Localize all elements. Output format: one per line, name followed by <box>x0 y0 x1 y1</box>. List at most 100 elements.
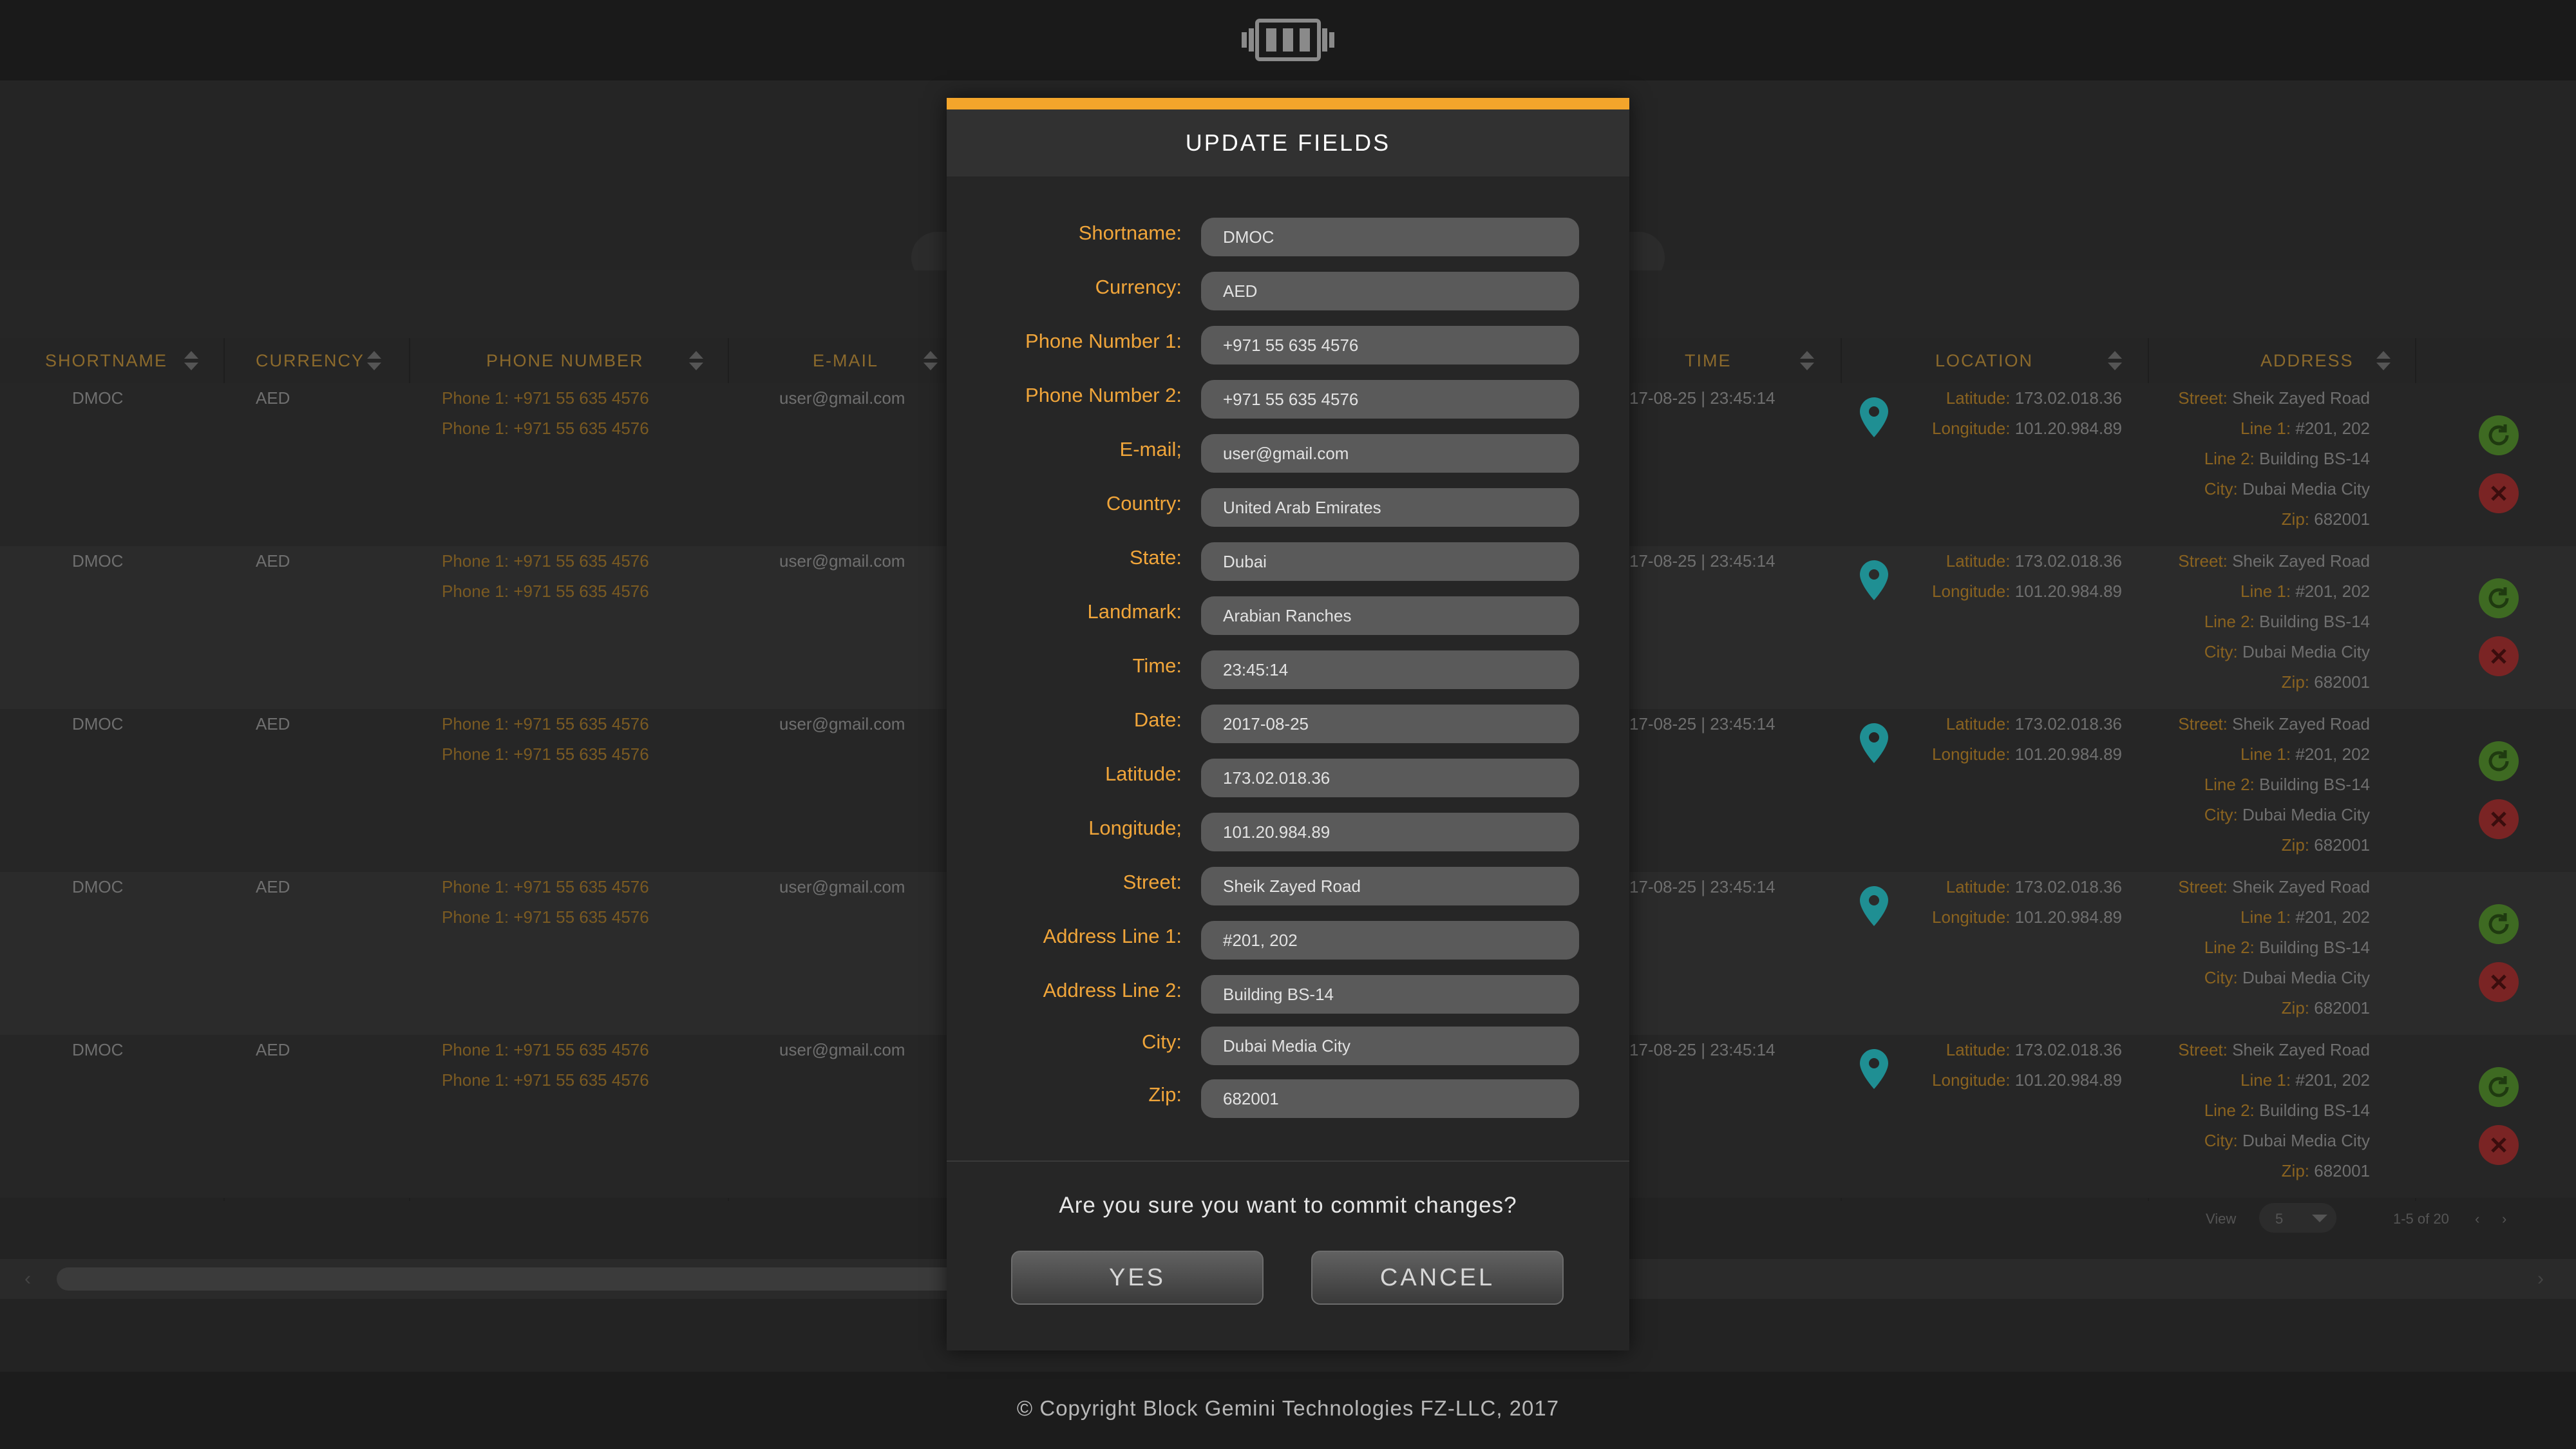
cell-zip: Zip: 682001 <box>2281 835 2370 855</box>
form-row-time: Time: <box>947 647 1629 689</box>
page-size-select[interactable]: 5 <box>2259 1203 2336 1233</box>
cancel-button[interactable]: CANCEL <box>1311 1251 1564 1305</box>
address-line-1-input[interactable] <box>1201 921 1579 960</box>
location-pin-icon[interactable] <box>1860 886 1888 926</box>
address-line-2-input[interactable] <box>1201 975 1579 1014</box>
sort-icon[interactable] <box>689 351 703 373</box>
phone-number-1-input[interactable] <box>1201 326 1579 365</box>
column-header-email[interactable]: E-MAIL <box>813 338 878 383</box>
refresh-button[interactable] <box>2479 1067 2519 1107</box>
cell-latitude: Latitude: 173.02.018.36 <box>1946 1040 2122 1059</box>
form-row-zip: Zip: <box>947 1075 1629 1118</box>
currency-input[interactable] <box>1201 272 1579 310</box>
form-row-phone-2: Phone Number 2: <box>947 376 1629 419</box>
sort-icon[interactable] <box>923 351 938 373</box>
copyright-text: © Copyright Block Gemini Technologies FZ… <box>1016 1396 1560 1420</box>
shortname-input[interactable] <box>1201 218 1579 256</box>
sort-icon[interactable] <box>367 351 381 373</box>
chevron-left-icon[interactable]: ‹ <box>24 1268 31 1290</box>
delete-button[interactable] <box>2479 962 2519 1002</box>
refresh-button[interactable] <box>2479 578 2519 618</box>
modal-title: UPDATE FIELDS <box>947 109 1629 176</box>
field-label: Time: <box>1132 654 1182 677</box>
cell-currency: AED <box>256 877 290 896</box>
email-input[interactable] <box>1201 434 1579 473</box>
column-header-phone[interactable]: PHONE NUMBER <box>486 338 644 383</box>
form-row-street: Street: <box>947 863 1629 905</box>
country-input[interactable] <box>1201 488 1579 527</box>
column-header-currency[interactable]: CURRENCY <box>256 338 365 383</box>
field-label: Latitude: <box>1105 762 1182 785</box>
cell-shortname: DMOC <box>72 388 124 408</box>
yes-button[interactable]: YES <box>1011 1251 1264 1305</box>
form-row-email: E-mail; <box>947 430 1629 473</box>
cell-street: Street: Sheik Zayed Road <box>2178 1040 2370 1059</box>
scrollbar-thumb[interactable] <box>57 1267 958 1291</box>
form-row-state: State: <box>947 538 1629 581</box>
cell-line-1: Line 1: #201, 202 <box>2240 744 2370 764</box>
refresh-button[interactable] <box>2479 904 2519 944</box>
field-label: Currency: <box>1095 276 1182 298</box>
phone-number-2-input[interactable] <box>1201 380 1579 419</box>
modal-divider <box>947 1160 1629 1162</box>
cell-zip: Zip: 682001 <box>2281 672 2370 692</box>
sort-icon[interactable] <box>2108 351 2122 373</box>
form-row-address-line-1: Address Line 1: <box>947 917 1629 960</box>
location-pin-icon[interactable] <box>1860 723 1888 763</box>
street-input[interactable] <box>1201 867 1579 905</box>
time-input[interactable] <box>1201 650 1579 689</box>
landmark-input[interactable] <box>1201 596 1579 635</box>
delete-button[interactable] <box>2479 1125 2519 1165</box>
cell-email: user@gmail.com <box>779 388 905 408</box>
top-bar <box>0 0 2576 80</box>
cell-line-2: Line 2: Building BS-14 <box>2204 775 2370 794</box>
cell-currency: AED <box>256 551 290 571</box>
cell-currency: AED <box>256 714 290 734</box>
cell-line-1: Line 1: #201, 202 <box>2240 1070 2370 1090</box>
sort-icon[interactable] <box>184 351 198 373</box>
location-pin-icon[interactable] <box>1860 397 1888 437</box>
update-fields-modal: UPDATE FIELDS Shortname: Currency: Phone… <box>947 98 1629 1350</box>
refresh-button[interactable] <box>2479 741 2519 781</box>
sort-icon[interactable] <box>1800 351 1814 373</box>
pagination-view-label: View <box>2206 1211 2237 1227</box>
location-pin-icon[interactable] <box>1860 560 1888 600</box>
delete-button[interactable] <box>2479 799 2519 839</box>
chevron-left-icon[interactable]: ‹ <box>2475 1211 2479 1227</box>
form-row-city: City: <box>947 1023 1629 1065</box>
field-label: Street: <box>1122 871 1182 893</box>
sort-icon[interactable] <box>2376 351 2391 373</box>
field-label: City: <box>1142 1030 1182 1053</box>
cell-phone-1: Phone 1: +971 55 635 4576 <box>442 877 649 896</box>
cell-line-2: Line 2: Building BS-14 <box>2204 449 2370 468</box>
cell-latitude: Latitude: 173.02.018.36 <box>1946 877 2122 896</box>
location-pin-icon[interactable] <box>1860 1049 1888 1089</box>
cell-phone-2: Phone 1: +971 55 635 4576 <box>442 582 649 601</box>
page-size-value: 5 <box>2275 1211 2284 1227</box>
field-label: Address Line 2: <box>1043 979 1182 1001</box>
column-header-time[interactable]: TIME <box>1685 338 1732 383</box>
cell-phone-2: Phone 1: +971 55 635 4576 <box>442 744 649 764</box>
delete-button[interactable] <box>2479 636 2519 676</box>
cell-zip: Zip: 682001 <box>2281 1161 2370 1180</box>
chevron-right-icon[interactable]: › <box>2502 1211 2506 1227</box>
column-header-address[interactable]: ADDRESS <box>2260 338 2354 383</box>
column-header-shortname[interactable]: SHORTNAME <box>45 338 167 383</box>
column-header-location[interactable]: LOCATION <box>1935 338 2033 383</box>
city-input[interactable] <box>1201 1027 1579 1065</box>
latitude-input[interactable] <box>1201 759 1579 797</box>
confirm-message: Are you sure you want to commit changes? <box>1059 1193 1517 1218</box>
cell-latitude: Latitude: 173.02.018.36 <box>1946 388 2122 408</box>
block-gemini-logo-icon[interactable] <box>1242 18 1334 62</box>
longitude-input[interactable] <box>1201 813 1579 851</box>
field-label: Landmark: <box>1087 600 1182 623</box>
date-input[interactable] <box>1201 705 1579 743</box>
state-input[interactable] <box>1201 542 1579 581</box>
form-row-date: Date: <box>947 701 1629 743</box>
chevron-right-icon[interactable]: › <box>2537 1268 2544 1290</box>
form-row-country: Country: <box>947 484 1629 527</box>
zip-input[interactable] <box>1201 1079 1579 1118</box>
delete-button[interactable] <box>2479 473 2519 513</box>
chevron-down-icon <box>2312 1215 2327 1222</box>
refresh-button[interactable] <box>2479 415 2519 455</box>
